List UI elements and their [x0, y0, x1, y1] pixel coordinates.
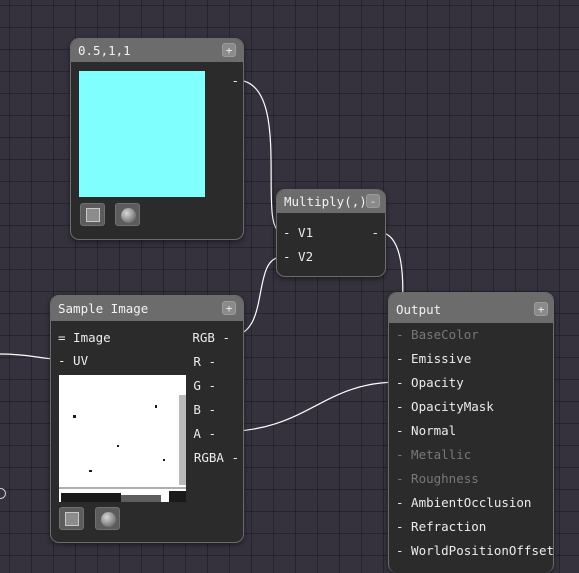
sample-output-g[interactable]: G - [193, 378, 216, 394]
output-input-normal[interactable]: - Normal [396, 423, 456, 439]
sample-output-b[interactable]: B - [193, 402, 216, 418]
output-node[interactable]: Output + - BaseColor - Emissive - Opacity -… [388, 292, 554, 573]
multiply-input-v2[interactable]: - V2 [283, 249, 313, 265]
multiply-node[interactable]: Multiply(,) - - V1 - V2 - [276, 189, 386, 277]
sample-output-r[interactable]: R - [193, 354, 216, 370]
sphere-preview-icon [101, 512, 116, 527]
wire-sample-a-to-output-opacity [217, 381, 400, 433]
multiply-node-collapse-button[interactable]: - [366, 194, 380, 208]
multiply-node-title: Multiply(,) [284, 194, 367, 209]
color-node-square-preview-button[interactable] [80, 203, 105, 226]
multiply-output-port[interactable]: - [371, 225, 379, 241]
output-input-opacitymask[interactable]: - OpacityMask [396, 399, 494, 415]
color-node[interactable]: 0.5,1,1 + - [70, 38, 244, 240]
sample-image-node[interactable]: Sample Image + = Image - UV RGB - R - G … [50, 295, 244, 543]
output-input-opacity[interactable]: - Opacity [396, 375, 464, 391]
output-node-header[interactable]: Output + [389, 293, 553, 323]
square-preview-icon [86, 208, 100, 222]
sample-output-rgb[interactable]: RGB - [192, 330, 230, 346]
output-input-roughness[interactable]: - Roughness [396, 471, 479, 487]
color-node-collapse-button[interactable]: + [222, 43, 236, 57]
sample-output-rgba[interactable]: RGBA - [194, 450, 239, 466]
square-preview-icon [65, 512, 79, 526]
output-input-metallic[interactable]: - Metallic [396, 447, 471, 463]
sample-square-preview-button[interactable] [59, 507, 84, 530]
output-input-emissive[interactable]: - Emissive [396, 351, 471, 367]
sample-input-image[interactable]: = Image [58, 330, 111, 346]
color-node-title: 0.5,1,1 [78, 43, 131, 58]
sample-output-a[interactable]: A - [193, 426, 216, 442]
color-swatch[interactable] [79, 71, 205, 197]
output-input-ambientocclusion[interactable]: - AmbientOcclusion [396, 495, 531, 511]
sample-image-node-header[interactable]: Sample Image + [51, 296, 243, 321]
output-input-basecolor[interactable]: - BaseColor [396, 327, 479, 343]
color-node-header[interactable]: 0.5,1,1 + [71, 39, 243, 62]
sample-sphere-preview-button[interactable] [95, 507, 120, 530]
color-node-sphere-preview-button[interactable] [115, 203, 140, 226]
sample-input-uv[interactable]: - UV [58, 353, 88, 369]
output-input-worldpositionoffset[interactable]: - WorldPositionOffset [396, 543, 553, 559]
color-node-output-port[interactable]: - [231, 73, 239, 89]
output-node-collapse-button[interactable]: + [534, 302, 548, 316]
output-input-refraction[interactable]: - Refraction [396, 519, 486, 535]
sample-image-node-title: Sample Image [58, 301, 149, 316]
image-preview [59, 375, 186, 502]
sample-image-node-collapse-button[interactable]: + [222, 301, 236, 315]
output-node-title: Output [396, 302, 442, 317]
multiply-input-v1[interactable]: - V1 [283, 225, 313, 241]
multiply-node-header[interactable]: Multiply(,) - [277, 190, 385, 213]
sphere-preview-icon [121, 208, 136, 223]
